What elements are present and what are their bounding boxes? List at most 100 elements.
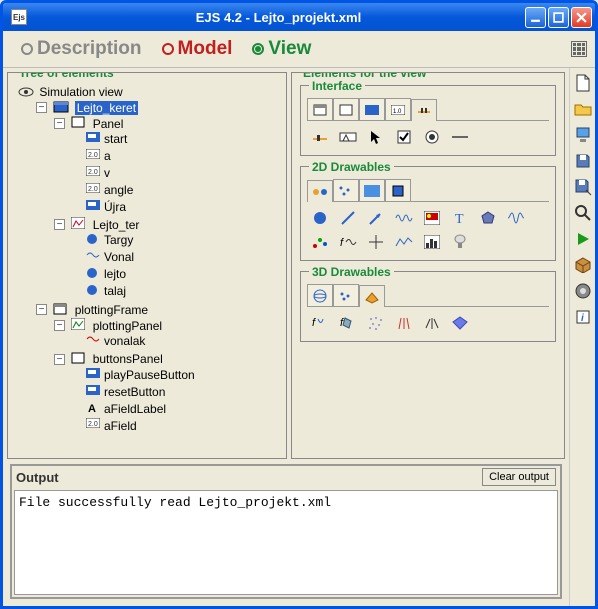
tree-root[interactable]: Simulation view — [39, 85, 122, 99]
tree-item[interactable]: lejto — [104, 267, 126, 281]
package-icon[interactable] — [574, 256, 592, 274]
tool-tab[interactable] — [385, 179, 411, 201]
output-panel: Output Clear output File successfully re… — [10, 464, 562, 599]
shape-icon — [86, 233, 102, 247]
tree-item-panel[interactable]: Panel — [93, 116, 124, 130]
tool-image[interactable] — [419, 206, 445, 230]
field-icon: 2.0 — [86, 149, 102, 163]
tool-dots[interactable] — [307, 230, 333, 254]
tool-arrow[interactable] — [363, 206, 389, 230]
tool-3d-vectors[interactable] — [391, 311, 417, 335]
tool-3d-func1[interactable]: f — [307, 311, 333, 335]
tree-item[interactable]: talaj — [104, 284, 126, 298]
tree-item[interactable]: buttonsPanel — [93, 352, 163, 366]
tool-tab[interactable] — [359, 285, 385, 307]
tab-description[interactable]: Description — [11, 35, 152, 63]
tree-item[interactable]: resetButton — [104, 385, 165, 399]
tool-function[interactable]: f — [335, 230, 361, 254]
tab-view[interactable]: View — [242, 35, 321, 63]
tool-field[interactable] — [335, 125, 361, 149]
3d-section: 3D Drawables f f — [300, 271, 556, 342]
grid-view-icon[interactable] — [571, 41, 587, 57]
collapse-toggle[interactable]: − — [54, 219, 65, 230]
shape-icon — [86, 267, 102, 281]
trace-icon — [86, 334, 102, 348]
tree-item[interactable]: aField — [104, 418, 137, 432]
tool-tab[interactable] — [359, 179, 385, 201]
tool-tab[interactable] — [307, 284, 333, 306]
collapse-toggle[interactable]: − — [36, 304, 47, 315]
minimize-button[interactable] — [525, 7, 546, 28]
tool-polygon[interactable] — [475, 206, 501, 230]
tool-3d-diamond[interactable] — [447, 311, 473, 335]
saveas-icon[interactable] — [574, 178, 592, 196]
close-button[interactable] — [571, 7, 592, 28]
tool-tab[interactable] — [333, 98, 359, 120]
tool-tab[interactable] — [359, 98, 385, 120]
tool-tab[interactable] — [333, 284, 359, 306]
tree-item[interactable]: a — [104, 149, 111, 163]
tool-tab[interactable] — [307, 98, 333, 120]
plot-area-icon — [71, 217, 87, 231]
tool-wave[interactable] — [391, 206, 417, 230]
info-icon[interactable]: i — [574, 308, 592, 326]
tree-item[interactable]: Újra — [104, 200, 126, 214]
collapse-toggle[interactable]: − — [54, 354, 65, 365]
tool-radio[interactable] — [419, 125, 445, 149]
tree-item-lejto-ter[interactable]: Lejto_ter — [93, 217, 140, 231]
tool-spring[interactable] — [503, 206, 529, 230]
tree-item[interactable]: Vonal — [104, 250, 134, 264]
collapse-toggle[interactable]: − — [54, 118, 65, 129]
element-tree[interactable]: Simulation view − Lejto_keret − — [14, 83, 280, 436]
tree-item[interactable]: v — [104, 166, 110, 180]
tool-3d-func2[interactable]: f — [335, 311, 361, 335]
tree-item-plottingframe[interactable]: plottingFrame — [75, 303, 148, 317]
tree-item[interactable]: Targy — [104, 233, 133, 247]
run-icon[interactable] — [574, 230, 592, 248]
tool-text[interactable]: T — [447, 206, 473, 230]
collapse-toggle[interactable]: − — [54, 320, 65, 331]
output-title: Output — [16, 470, 59, 485]
plot-icon — [71, 318, 87, 332]
tool-tab[interactable]: 1.0 — [385, 98, 411, 120]
open-folder-icon[interactable] — [574, 100, 592, 118]
maximize-button[interactable] — [548, 7, 569, 28]
tool-light[interactable] — [447, 230, 473, 254]
tab-model[interactable]: Model — [152, 35, 243, 63]
output-text[interactable]: File successfully read Lejto_projekt.xml — [14, 490, 558, 595]
tree-item[interactable]: playPauseButton — [104, 368, 195, 382]
button-icon — [86, 385, 102, 399]
tool-separator[interactable] — [447, 125, 473, 149]
tool-tab[interactable] — [411, 99, 437, 121]
tool-cursor[interactable] — [363, 125, 389, 149]
tool-trail[interactable] — [391, 230, 417, 254]
save-icon[interactable] — [574, 152, 592, 170]
tree-item[interactable]: start — [104, 132, 127, 146]
network-icon[interactable] — [574, 126, 592, 144]
collapse-toggle[interactable]: − — [36, 102, 47, 113]
new-file-icon[interactable] — [574, 74, 592, 92]
tool-line[interactable] — [335, 206, 361, 230]
2d-legend: 2D Drawables — [309, 160, 394, 174]
clear-output-button[interactable]: Clear output — [482, 468, 556, 486]
tool-3d-particles[interactable] — [363, 311, 389, 335]
tool-checkbox[interactable] — [391, 125, 417, 149]
content-area: Description Model View Tree of elements … — [3, 31, 595, 606]
tree-item[interactable]: vonalak — [104, 334, 145, 348]
tool-circle[interactable] — [307, 206, 333, 230]
tree-item[interactable]: plottingPanel — [93, 318, 162, 332]
settings-icon[interactable] — [574, 282, 592, 300]
tree-item[interactable]: aFieldLabel — [104, 402, 166, 416]
button-icon — [86, 200, 102, 214]
main-tabs: Description Model View — [3, 31, 595, 68]
tree-item[interactable]: angle — [104, 183, 133, 197]
titlebar[interactable]: Ejs EJS 4.2 - Lejto_projekt.xml — [3, 3, 595, 31]
tool-tab[interactable] — [333, 179, 359, 201]
search-icon[interactable] — [574, 204, 592, 222]
tree-item-lejto-keret[interactable]: Lejto_keret — [75, 101, 138, 115]
tool-3d-vectors2[interactable] — [419, 311, 445, 335]
tool-histogram[interactable] — [419, 230, 445, 254]
tool-slider[interactable] — [307, 125, 333, 149]
tool-tab[interactable] — [307, 180, 333, 202]
tool-crosshair[interactable] — [363, 230, 389, 254]
